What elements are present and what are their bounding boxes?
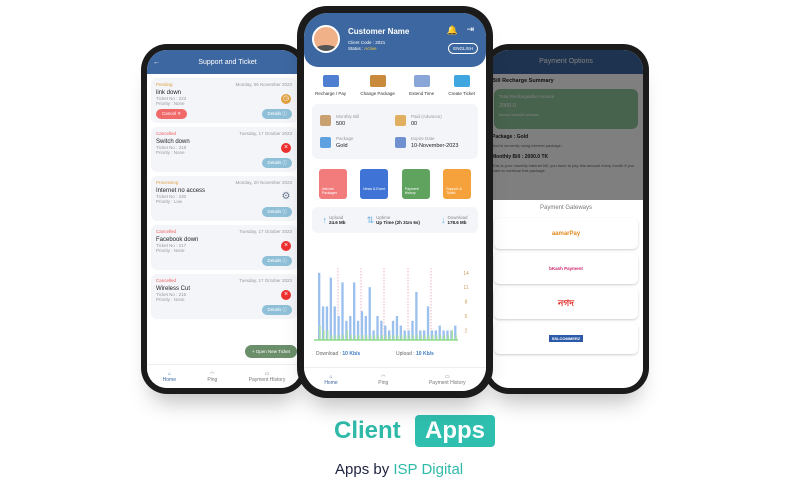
phone-payment-options: Payment Options Bill Recharge Summary To… — [483, 44, 649, 394]
bottom-nav: ⌂ Home ◠ Ping ▭ Payment History — [147, 364, 301, 388]
gateway-sslcommerz[interactable]: SSLCOMMERZ — [494, 323, 638, 354]
upload-bar — [323, 330, 325, 340]
header: ← Support and Ticket — [147, 50, 301, 74]
extend-time-button[interactable]: Extend Time — [409, 75, 434, 96]
cancel-button[interactable]: Cancel ✕ — [156, 109, 188, 119]
download-bar — [333, 306, 336, 340]
tile-0[interactable]: Internet Packages — [318, 169, 347, 199]
gateway-aamarpay[interactable]: aamarPay — [494, 218, 638, 249]
phone-home: Customer Name Client Code : 2021 Status :… — [297, 6, 493, 398]
ticket-card: Pending Monday, 06 November 2023 link down… — [151, 78, 297, 123]
speed-panel: ↑ Upload 24.6 Mb ⇅ Uptime Up Time (2h 31m 6s… — [312, 207, 478, 233]
feature-tiles: Internet Packages News & Event Payment His… — [312, 169, 478, 199]
nav-ping[interactable]: ◠ Ping — [378, 374, 388, 386]
details-button[interactable]: Details ⓘ — [262, 305, 292, 315]
tile-3[interactable]: Support & Ticket — [443, 169, 472, 199]
language-button[interactable]: ENGLISH — [448, 43, 478, 54]
x-icon: × — [281, 143, 291, 153]
details-button[interactable]: Details ⓘ — [262, 158, 292, 168]
x-icon: × — [281, 241, 291, 251]
back-icon[interactable]: ← — [153, 59, 160, 66]
y-tick-label: 2 — [465, 328, 468, 334]
recharge-pay-button[interactable]: Recharge / Pay — [315, 75, 346, 96]
upload-bar — [346, 330, 348, 340]
open-new-ticket-button[interactable]: + Open New Ticket — [244, 345, 297, 358]
brand-apps: Apps — [415, 415, 495, 447]
download-bar — [341, 282, 344, 340]
nav-payment-history[interactable]: ▭ Payment History — [249, 371, 286, 383]
ticket-card: Cancelled Tuesday, 17 October 2023 Wireles… — [151, 274, 297, 319]
ticket-date: Monday, 20 November 2023 — [235, 180, 292, 185]
phone-support-ticket: ← Support and Ticket Pending Monday, 06 No… — [141, 44, 307, 394]
download-bar — [415, 292, 418, 340]
ticket-date: Tuesday, 17 October 2023 — [239, 131, 292, 136]
download-bar — [329, 277, 332, 340]
download-bar — [353, 282, 356, 340]
download-bar — [426, 306, 430, 340]
arrow-up-icon: ↑ — [322, 215, 328, 225]
y-tick-label: 14 — [463, 271, 469, 277]
tile-2[interactable]: Payment History — [401, 169, 430, 199]
brand-subtitle: Apps by ISP Digital — [335, 461, 464, 478]
details-button[interactable]: Details ⓘ — [262, 256, 292, 266]
bell-icon[interactable]: 🔔 — [447, 25, 458, 36]
nav-home[interactable]: ⌂ Home — [163, 371, 176, 383]
quick-actions: Recharge / Pay Change Package Extend Tim… — [304, 67, 486, 96]
upload-bar — [451, 330, 453, 340]
bottom-nav: ⌂ Home ◠ Ping ▭ Payment History — [304, 367, 486, 391]
download-bar — [368, 287, 371, 340]
arrow-down-icon: ↓ — [440, 215, 446, 225]
clock-icon: ◷ — [281, 94, 291, 104]
updown-icon: ⇅ — [366, 214, 375, 225]
account-info: Monthly Bill 500 Paid (Advance) 00 Package… — [312, 104, 478, 159]
tile-1[interactable]: News & Event — [360, 169, 389, 199]
gateway-bkash[interactable]: bKash Payment — [494, 253, 638, 284]
ticket-date: Tuesday, 17 October 2023 — [239, 278, 292, 283]
y-tick-label: 8 — [465, 300, 468, 306]
details-button[interactable]: Details ⓘ — [262, 109, 292, 119]
ticket-card: Processing Monday, 20 November 2023 Intern… — [151, 176, 297, 221]
gateway-nagad[interactable]: নগদ — [494, 288, 638, 319]
details-button[interactable]: Details ⓘ — [262, 207, 292, 217]
y-tick-label: 11 — [463, 285, 468, 291]
brand-client: Client — [334, 417, 401, 444]
nav-home[interactable]: ⌂ Home — [324, 374, 337, 386]
logout-icon[interactable]: ⇥ — [466, 24, 474, 35]
traffic-chart: 14 11 8 5 2 — [314, 268, 469, 341]
nav-payment-history[interactable]: ▭ Payment History — [429, 374, 466, 386]
nav-ping[interactable]: ◠ Ping — [207, 371, 217, 383]
create-ticket-button[interactable]: Create Ticket — [448, 75, 475, 96]
ticket-card: Cancelled Tuesday, 17 October 2023 Faceboo… — [151, 225, 297, 270]
profile-header: Customer Name Client Code : 2021 Status :… — [304, 13, 486, 67]
change-package-button[interactable]: Change Package — [360, 75, 395, 96]
y-tick-label: 5 — [465, 314, 468, 320]
ticket-date: Monday, 06 November 2023 — [235, 82, 292, 87]
upload-bar — [319, 325, 321, 340]
x-icon: × — [281, 290, 291, 300]
ticket-card: Cancelled Tuesday, 17 October 2023 Switch … — [151, 127, 297, 172]
avatar — [312, 25, 340, 53]
upload-bar — [326, 330, 329, 340]
payment-gateways-sheet: Payment Gateways aamarPay bKash Payment … — [489, 200, 643, 388]
gear-icon: ⚙ — [281, 191, 291, 202]
ticket-date: Tuesday, 17 October 2023 — [239, 229, 292, 234]
